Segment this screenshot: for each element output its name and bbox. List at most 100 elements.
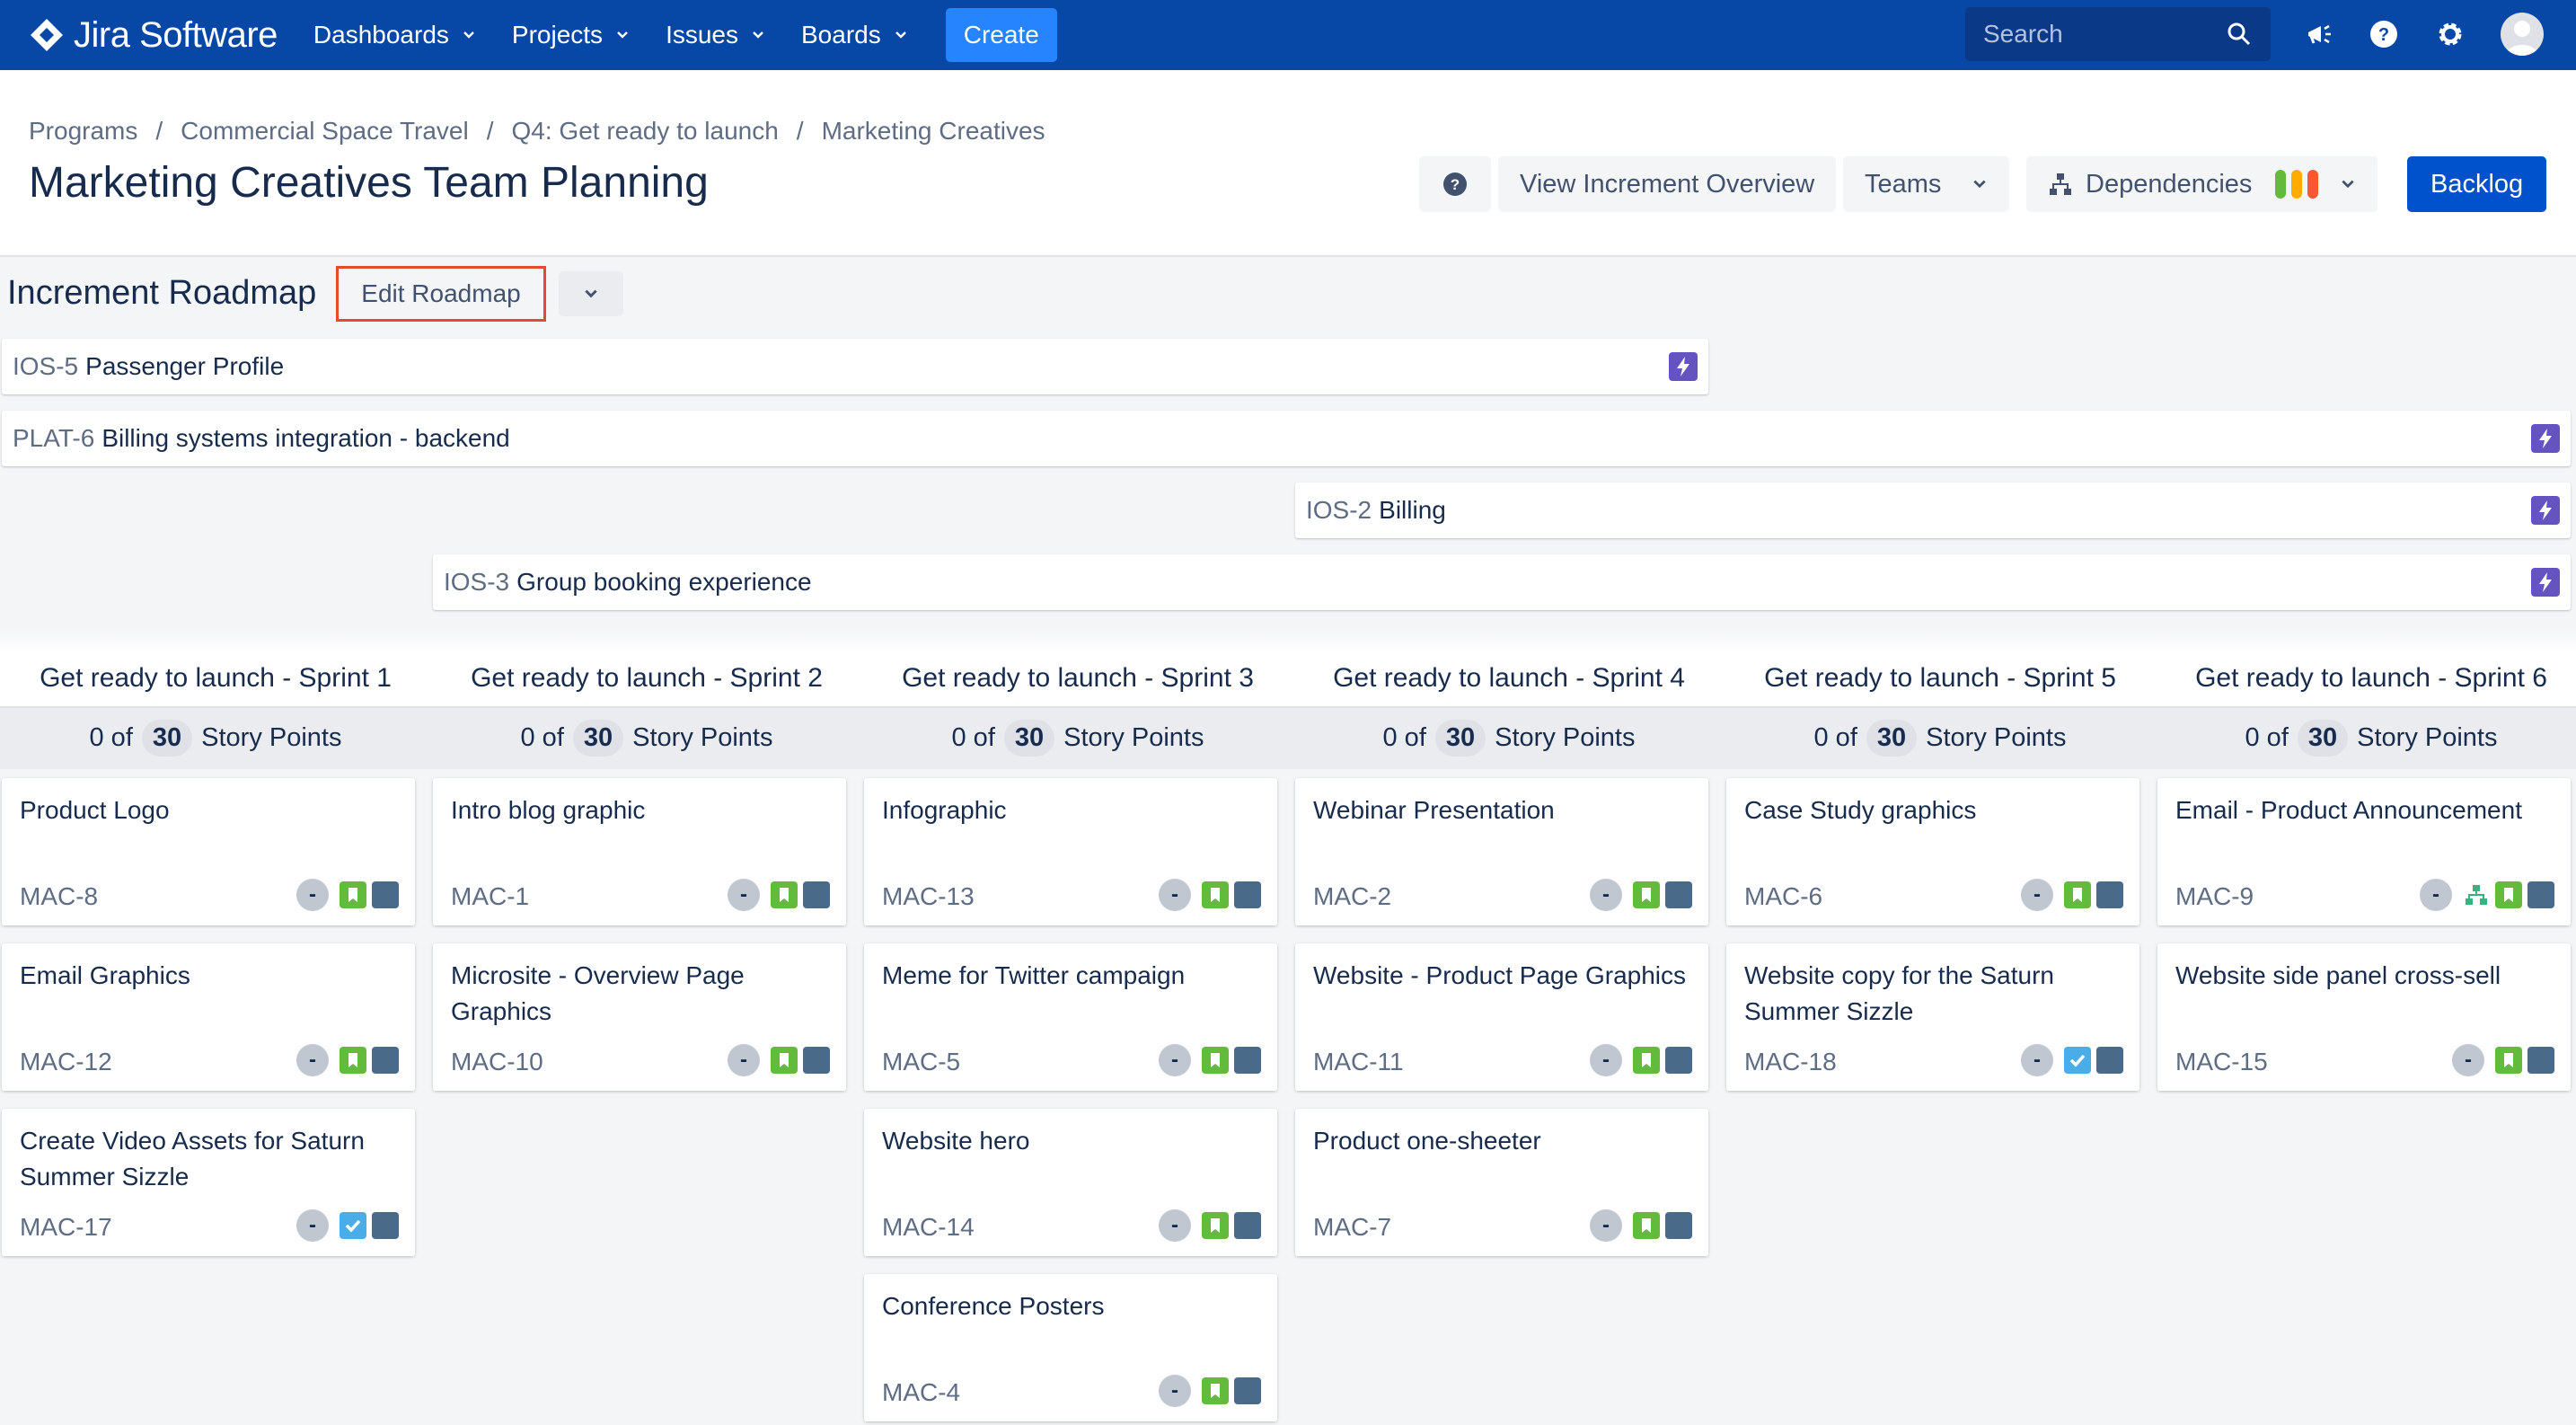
help-icon[interactable]: ? xyxy=(2368,18,2400,50)
issue-card[interactable]: Create Video Assets for Saturn Summer Si… xyxy=(2,1109,415,1256)
issue-card-key[interactable]: MAC-18 xyxy=(1744,1048,1837,1076)
sprint-capacity-unit: Story Points xyxy=(1926,722,2067,752)
estimate-badge[interactable]: - xyxy=(1159,1375,1191,1407)
issue-card-key[interactable]: MAC-9 xyxy=(2175,882,2254,911)
epic-bar[interactable]: IOS-5 Passenger Profile xyxy=(2,339,1708,394)
jira-logo[interactable]: Jira Software xyxy=(29,15,278,56)
issue-card[interactable]: Webinar Presentation MAC-2 - xyxy=(1295,778,1708,925)
epic-bar[interactable]: PLAT-6 Billing systems integration - bac… xyxy=(2,411,2571,466)
estimate-badge[interactable]: - xyxy=(1159,879,1191,911)
issue-card-key[interactable]: MAC-1 xyxy=(451,882,529,911)
backlog-button[interactable]: Backlog xyxy=(2407,156,2547,212)
estimate-badge[interactable]: - xyxy=(2452,1044,2484,1076)
priority-icon xyxy=(803,881,830,908)
jira-diamond-icon xyxy=(31,19,63,51)
estimate-badge[interactable]: - xyxy=(1590,879,1622,911)
issue-card-icons: - xyxy=(1159,1044,1261,1076)
issue-card-title: Website side panel cross-sell xyxy=(2175,961,2501,989)
issue-card-key[interactable]: MAC-2 xyxy=(1313,882,1391,911)
sprint-capacity: 0 of 30 Story Points xyxy=(1725,710,2156,766)
issue-card-icons: - xyxy=(1590,1209,1692,1242)
megaphone-icon[interactable] xyxy=(2303,18,2335,50)
issue-card[interactable]: Microsite - Overview Page Graphics MAC-10… xyxy=(433,943,846,1091)
issue-card[interactable]: Email Graphics MAC-12 - xyxy=(2,943,415,1091)
issue-card-key[interactable]: MAC-15 xyxy=(2175,1048,2268,1076)
issue-card-key[interactable]: MAC-17 xyxy=(20,1213,112,1242)
estimate-badge[interactable]: - xyxy=(2021,879,2053,911)
dependencies-dropdown[interactable]: Dependencies xyxy=(2026,156,2378,212)
page-header: Programs / Commercial Space Travel / Q4:… xyxy=(0,70,2576,257)
issue-card-key[interactable]: MAC-7 xyxy=(1313,1213,1391,1242)
help-button[interactable]: ? xyxy=(1419,156,1491,212)
view-increment-overview-button[interactable]: View Increment Overview xyxy=(1498,156,1837,212)
estimate-badge[interactable]: - xyxy=(1159,1044,1191,1076)
issue-card-key[interactable]: MAC-6 xyxy=(1744,882,1822,911)
search-input[interactable] xyxy=(1983,20,2217,49)
issue-card[interactable]: Product one-sheeter MAC-7 - xyxy=(1295,1109,1708,1256)
avatar[interactable] xyxy=(2501,13,2544,56)
issue-card-key[interactable]: MAC-4 xyxy=(882,1378,960,1407)
epic-bar[interactable]: IOS-3 Group booking experience xyxy=(433,554,2571,610)
search-icon[interactable] xyxy=(2226,21,2253,48)
breadcrumb-q4[interactable]: Q4: Get ready to launch xyxy=(512,117,779,146)
issue-card[interactable]: Intro blog graphic MAC-1 - xyxy=(433,778,846,925)
estimate-badge[interactable]: - xyxy=(728,1044,760,1076)
breadcrumb-marketing-creatives[interactable]: Marketing Creatives xyxy=(822,117,1045,146)
estimate-badge[interactable]: - xyxy=(728,879,760,911)
nav-boards[interactable]: Boards xyxy=(801,21,908,49)
issue-card[interactable]: Meme for Twitter campaign MAC-5 - xyxy=(864,943,1277,1091)
estimate-badge[interactable]: - xyxy=(296,1044,329,1076)
edit-roadmap-button[interactable]: Edit Roadmap xyxy=(336,266,546,322)
breadcrumb-commercial-space-travel[interactable]: Commercial Space Travel xyxy=(181,117,469,146)
user-icon xyxy=(2506,21,2538,56)
bookmark-story-icon xyxy=(340,1047,366,1074)
issue-card[interactable]: Website side panel cross-sell MAC-15 - xyxy=(2157,943,2571,1091)
issue-card-key[interactable]: MAC-10 xyxy=(451,1048,543,1076)
checkbox-task-icon xyxy=(2064,1047,2091,1074)
issue-card[interactable]: Infographic MAC-13 - xyxy=(864,778,1277,925)
estimate-badge[interactable]: - xyxy=(1590,1209,1622,1242)
dependency-status-yellow xyxy=(2291,170,2303,199)
dependency-icon[interactable] xyxy=(2463,881,2490,908)
estimate-badge[interactable]: - xyxy=(2021,1044,2053,1076)
issue-card[interactable]: Conference Posters MAC-4 - xyxy=(864,1274,1277,1421)
estimate-badge[interactable]: - xyxy=(1159,1209,1191,1242)
sprint-capacity-unit: Story Points xyxy=(2357,722,2498,752)
issue-card[interactable]: Email - Product Announcement MAC-9 - xyxy=(2157,778,2571,925)
nav-dashboards[interactable]: Dashboards xyxy=(313,21,476,49)
issue-card-key[interactable]: MAC-11 xyxy=(1313,1048,1404,1076)
bookmark-story-icon xyxy=(1202,1047,1229,1074)
issue-card-title: Product Logo xyxy=(20,796,170,824)
issue-card-key[interactable]: MAC-13 xyxy=(882,882,975,911)
question-icon: ? xyxy=(1443,173,1467,196)
issue-card-key[interactable]: MAC-8 xyxy=(20,882,98,911)
issue-card-key[interactable]: MAC-5 xyxy=(882,1048,960,1076)
estimate-badge[interactable]: - xyxy=(1590,1044,1622,1076)
sprint-capacity-unit: Story Points xyxy=(1495,722,1636,752)
estimate-badge[interactable]: - xyxy=(296,1209,329,1242)
breadcrumb-separator: / xyxy=(796,117,804,145)
issue-card-key[interactable]: MAC-12 xyxy=(20,1048,112,1076)
estimate-badge[interactable]: - xyxy=(296,879,329,911)
issue-card[interactable]: Website - Product Page Graphics MAC-11 - xyxy=(1295,943,1708,1091)
gear-icon[interactable] xyxy=(2434,18,2466,50)
dependencies-label: Dependencies xyxy=(2086,169,2253,199)
roadmap-collapse-button[interactable] xyxy=(559,271,623,316)
issue-card[interactable]: Website hero MAC-14 - xyxy=(864,1109,1277,1256)
issue-card-icons: - xyxy=(296,1044,399,1076)
teams-dropdown[interactable]: Teams xyxy=(1843,156,2010,212)
estimate-badge[interactable]: - xyxy=(2420,879,2452,911)
create-button[interactable]: Create xyxy=(945,8,1057,62)
nav-projects[interactable]: Projects xyxy=(512,21,630,49)
breadcrumb-separator: / xyxy=(486,117,494,145)
breadcrumb-programs[interactable]: Programs xyxy=(29,117,137,146)
nav-issues[interactable]: Issues xyxy=(666,21,765,49)
sprint-title: Get ready to launch - Sprint 2 xyxy=(431,651,862,706)
issue-card[interactable]: Case Study graphics MAC-6 - xyxy=(1726,778,2139,925)
issue-card-icons: - xyxy=(2452,1044,2554,1076)
issue-card[interactable]: Product Logo MAC-8 - xyxy=(2,778,415,925)
epic-bar[interactable]: IOS-2 Billing xyxy=(1295,482,2571,538)
sprint-capacity: 0 of 30 Story Points xyxy=(2156,710,2576,766)
issue-card-key[interactable]: MAC-14 xyxy=(882,1213,975,1242)
issue-card[interactable]: Website copy for the Saturn Summer Sizzl… xyxy=(1726,943,2139,1091)
